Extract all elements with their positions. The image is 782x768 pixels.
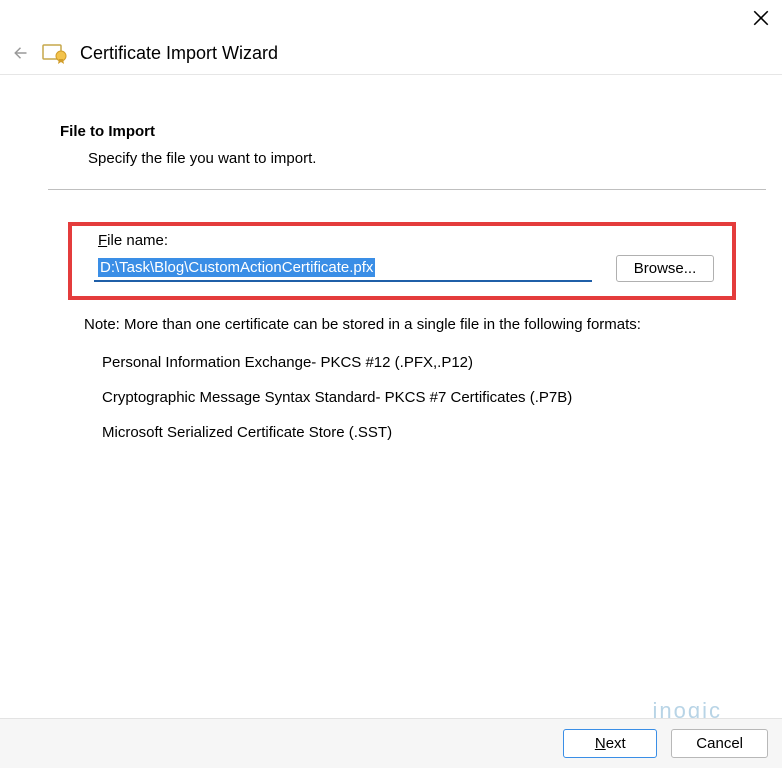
note-intro: Note: More than one certificate can be s…	[84, 314, 754, 336]
section-heading: File to Import	[60, 123, 754, 140]
close-icon[interactable]	[752, 9, 770, 27]
note-item: Microsoft Serialized Certificate Store (…	[102, 424, 754, 441]
certificate-wizard-icon	[42, 42, 68, 64]
wizard-title: Certificate Import Wizard	[80, 43, 278, 64]
next-button[interactable]: Next	[563, 729, 657, 758]
note-item: Cryptographic Message Syntax Standard- P…	[102, 389, 754, 406]
filename-label: File name:	[98, 232, 714, 249]
filename-input[interactable]: D:\Task\Blog\CustomActionCertificate.pfx	[94, 255, 592, 282]
separator	[48, 189, 766, 190]
cancel-button[interactable]: Cancel	[671, 729, 768, 758]
back-arrow-icon[interactable]	[8, 42, 30, 64]
note-item: Personal Information Exchange- PKCS #12 …	[102, 354, 754, 371]
section-description: Specify the file you want to import.	[60, 150, 754, 167]
browse-button[interactable]: Browse...	[616, 255, 714, 282]
filename-highlight-box: File name: D:\Task\Blog\CustomActionCert…	[68, 222, 736, 300]
